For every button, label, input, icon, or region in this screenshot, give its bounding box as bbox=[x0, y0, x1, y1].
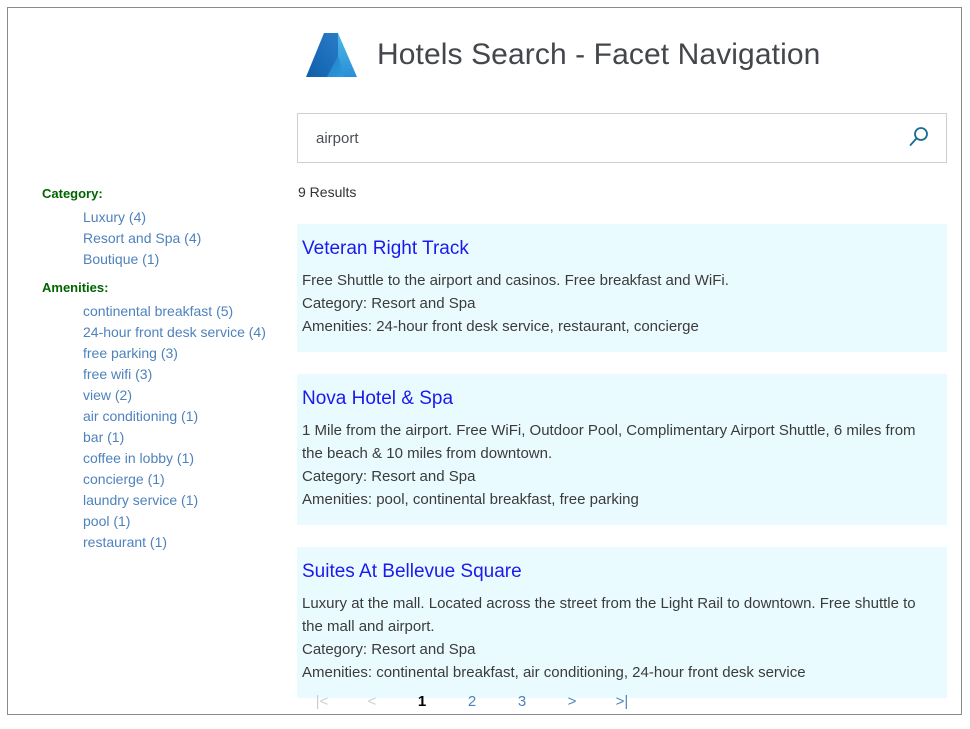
pagination-prev-button: < bbox=[347, 693, 397, 710]
facet-group-amenities: Amenities: continental breakfast (5) 24-… bbox=[42, 280, 287, 553]
app-header: Hotels Search - Facet Navigation bbox=[304, 16, 820, 94]
result-description: Luxury at the mall. Located across the s… bbox=[302, 592, 937, 638]
facet-link-pool[interactable]: pool (1) bbox=[83, 513, 130, 529]
list-item: free wifi (3) bbox=[83, 364, 287, 385]
result-card: Veteran Right Track Free Shuttle to the … bbox=[297, 224, 947, 352]
pagination-page-3[interactable]: 3 bbox=[497, 693, 547, 710]
facet-link-bar[interactable]: bar (1) bbox=[83, 429, 124, 445]
facet-sidebar: Category: Luxury (4) Resort and Spa (4) … bbox=[42, 186, 287, 563]
facet-link-free-parking[interactable]: free parking (3) bbox=[83, 345, 178, 361]
list-item: view (2) bbox=[83, 385, 287, 406]
search-bar bbox=[297, 113, 947, 163]
list-item: Boutique (1) bbox=[83, 249, 287, 270]
facet-link-resort-and-spa[interactable]: Resort and Spa (4) bbox=[83, 230, 201, 246]
pagination-page-1: 1 bbox=[397, 693, 447, 710]
facet-group-category: Category: Luxury (4) Resort and Spa (4) … bbox=[42, 186, 287, 270]
page-title: Hotels Search - Facet Navigation bbox=[377, 38, 820, 72]
facet-link-concierge[interactable]: concierge (1) bbox=[83, 471, 165, 487]
result-category: Category: Resort and Spa bbox=[302, 292, 937, 315]
list-item: coffee in lobby (1) bbox=[83, 448, 287, 469]
result-amenities: Amenities: continental breakfast, air co… bbox=[302, 661, 937, 684]
list-item: continental breakfast (5) bbox=[83, 301, 287, 322]
list-item: air conditioning (1) bbox=[83, 406, 287, 427]
facet-link-free-wifi[interactable]: free wifi (3) bbox=[83, 366, 152, 382]
facet-heading-category: Category: bbox=[42, 186, 287, 202]
result-category: Category: Resort and Spa bbox=[302, 638, 937, 661]
result-title-link[interactable]: Nova Hotel & Spa bbox=[302, 388, 937, 410]
facet-link-continental-breakfast[interactable]: continental breakfast (5) bbox=[83, 303, 233, 319]
list-item: pool (1) bbox=[83, 511, 287, 532]
facet-link-view[interactable]: view (2) bbox=[83, 387, 132, 403]
facet-link-luxury[interactable]: Luxury (4) bbox=[83, 209, 146, 225]
pagination-next-button[interactable]: > bbox=[547, 693, 597, 710]
facet-link-air-conditioning[interactable]: air conditioning (1) bbox=[83, 408, 198, 424]
result-description: 1 Mile from the airport. Free WiFi, Outd… bbox=[302, 419, 937, 465]
results-count: 9 Results bbox=[298, 184, 356, 200]
result-card: Nova Hotel & Spa 1 Mile from the airport… bbox=[297, 374, 947, 525]
list-item: free parking (3) bbox=[83, 343, 287, 364]
facet-heading-amenities: Amenities: bbox=[42, 280, 287, 296]
app-window: Hotels Search - Facet Navigation 9 Resul… bbox=[7, 7, 962, 715]
facet-list-category: Luxury (4) Resort and Spa (4) Boutique (… bbox=[42, 207, 287, 270]
search-input[interactable] bbox=[298, 114, 892, 162]
result-category: Category: Resort and Spa bbox=[302, 465, 937, 488]
list-item: bar (1) bbox=[83, 427, 287, 448]
list-item: restaurant (1) bbox=[83, 532, 287, 553]
list-item: Luxury (4) bbox=[83, 207, 287, 228]
result-amenities: Amenities: pool, continental breakfast, … bbox=[302, 488, 937, 511]
search-icon bbox=[907, 125, 931, 152]
facet-link-restaurant[interactable]: restaurant (1) bbox=[83, 534, 167, 550]
pagination: |< < 1 2 3 > >| bbox=[297, 693, 947, 710]
results-list: Veteran Right Track Free Shuttle to the … bbox=[297, 224, 947, 715]
facet-link-boutique[interactable]: Boutique (1) bbox=[83, 251, 159, 267]
list-item: Resort and Spa (4) bbox=[83, 228, 287, 249]
azure-a-logo-icon bbox=[304, 30, 359, 80]
facet-link-laundry-service[interactable]: laundry service (1) bbox=[83, 492, 198, 508]
list-item: laundry service (1) bbox=[83, 490, 287, 511]
result-title-link[interactable]: Suites At Bellevue Square bbox=[302, 561, 937, 583]
search-button[interactable] bbox=[892, 114, 946, 162]
facet-link-coffee-in-lobby[interactable]: coffee in lobby (1) bbox=[83, 450, 194, 466]
result-amenities: Amenities: 24-hour front desk service, r… bbox=[302, 315, 937, 338]
result-description: Free Shuttle to the airport and casinos.… bbox=[302, 269, 937, 292]
facet-list-amenities: continental breakfast (5) 24-hour front … bbox=[42, 301, 287, 553]
facet-link-24-hour-front-desk-service[interactable]: 24-hour front desk service (4) bbox=[83, 324, 266, 340]
pagination-page-2[interactable]: 2 bbox=[447, 693, 497, 710]
result-card: Suites At Bellevue Square Luxury at the … bbox=[297, 547, 947, 698]
pagination-first-button: |< bbox=[297, 693, 347, 710]
result-title-link[interactable]: Veteran Right Track bbox=[302, 238, 937, 260]
pagination-last-button[interactable]: >| bbox=[597, 693, 647, 710]
list-item: 24-hour front desk service (4) bbox=[83, 322, 287, 343]
list-item: concierge (1) bbox=[83, 469, 287, 490]
